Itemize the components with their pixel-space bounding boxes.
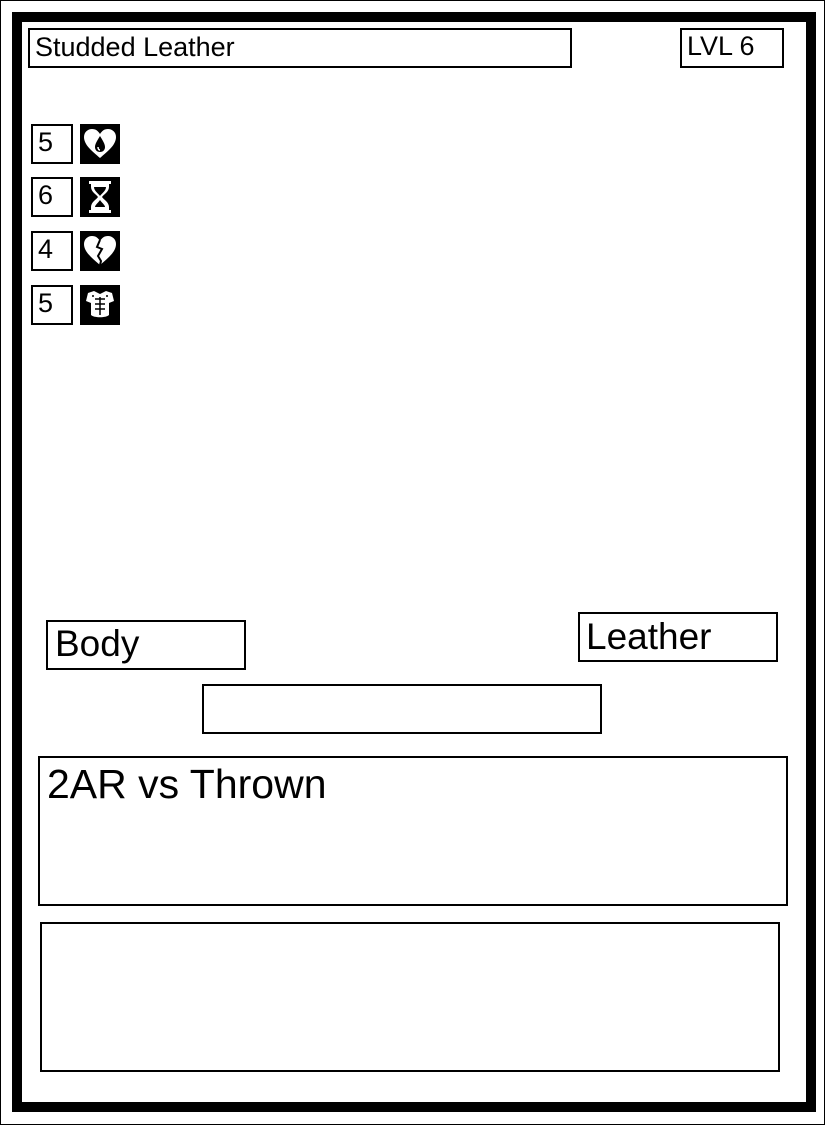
subtype-box <box>202 684 602 734</box>
stat-value: 5 <box>31 124 73 164</box>
stat-value: 6 <box>31 177 73 217</box>
broken-heart-icon <box>80 231 120 271</box>
material-label: Leather <box>578 612 778 662</box>
stat-value: 5 <box>31 285 73 325</box>
flavor-text-box <box>40 922 780 1072</box>
armor-icon <box>80 285 120 325</box>
hourglass-icon <box>80 177 120 217</box>
card-level: LVL 6 <box>680 28 784 68</box>
card-name: Studded Leather <box>28 28 572 68</box>
heart-drop-icon <box>80 124 120 164</box>
ability-text: 2AR vs Thrown <box>38 756 788 906</box>
stat-value: 4 <box>31 231 73 271</box>
slot-label: Body <box>46 620 246 670</box>
